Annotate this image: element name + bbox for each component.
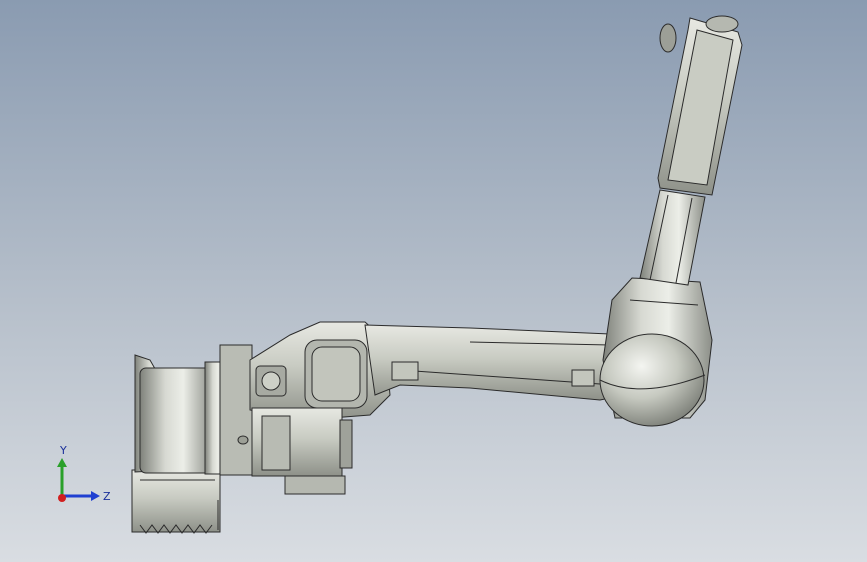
elbow-joint [599, 277, 713, 427]
upper-arm [364, 324, 626, 401]
axis-motor [251, 407, 353, 495]
forearm [639, 189, 706, 286]
z-arrowhead-icon [91, 491, 100, 501]
z-axis-label: Z [103, 490, 111, 503]
robot-base [131, 344, 253, 534]
x-axis-dot-icon [58, 494, 66, 502]
robot-arm-model[interactable] [0, 0, 867, 562]
coordinate-triad: Y Z [57, 444, 111, 503]
y-axis-label: Y [59, 444, 67, 457]
y-arrowhead-icon [57, 458, 67, 467]
wrist-housing [657, 15, 743, 196]
3d-viewport[interactable]: Y Z [0, 0, 867, 562]
